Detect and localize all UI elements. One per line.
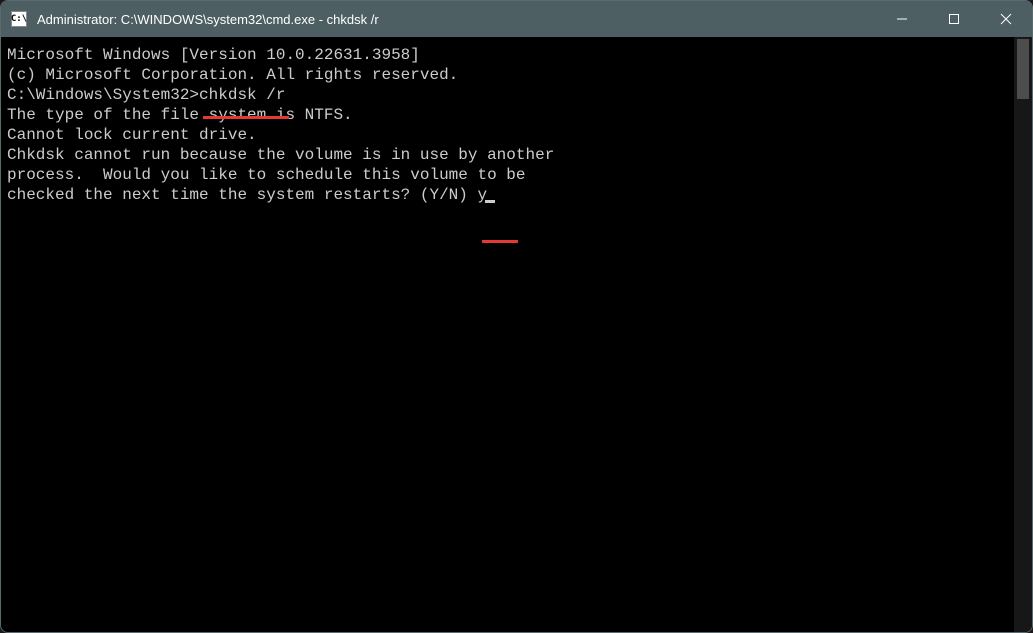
prompt-command: chkdsk /r — [199, 86, 285, 104]
output-line: checked the next time the system restart… — [7, 185, 1008, 205]
window-title: Administrator: C:\WINDOWS\system32\cmd.e… — [37, 12, 876, 27]
close-button[interactable] — [980, 1, 1032, 37]
titlebar[interactable]: C:\ Administrator: C:\WINDOWS\system32\c… — [1, 1, 1032, 37]
vertical-scrollbar[interactable] — [1014, 37, 1032, 632]
scrollbar-thumb[interactable] — [1017, 39, 1029, 99]
output-line: Cannot lock current drive. — [7, 125, 1008, 145]
output-line: process. Would you like to schedule this… — [7, 165, 1008, 185]
cmd-app-icon: C:\ — [11, 11, 27, 27]
output-line: The type of the file system is NTFS. — [7, 105, 1008, 125]
annotation-underline-input — [482, 240, 518, 243]
output-line: Microsoft Windows [Version 10.0.22631.39… — [7, 45, 1008, 65]
maximize-button[interactable] — [928, 1, 980, 37]
maximize-icon — [948, 13, 960, 25]
output-line: Chkdsk cannot run because the volume is … — [7, 145, 1008, 165]
prompt-question: checked the next time the system restart… — [7, 186, 477, 204]
cmd-window: C:\ Administrator: C:\WINDOWS\system32\c… — [0, 0, 1033, 633]
text-cursor — [485, 200, 495, 203]
prompt-line: C:\Windows\System32>chkdsk /r — [7, 85, 1008, 105]
annotation-underline-command — [203, 116, 289, 119]
terminal-area[interactable]: Microsoft Windows [Version 10.0.22631.39… — [1, 37, 1032, 632]
terminal-content[interactable]: Microsoft Windows [Version 10.0.22631.39… — [1, 37, 1014, 632]
close-icon — [1000, 13, 1012, 25]
minimize-button[interactable] — [876, 1, 928, 37]
output-line: (c) Microsoft Corporation. All rights re… — [7, 65, 1008, 85]
minimize-icon — [896, 13, 908, 25]
window-controls — [876, 1, 1032, 37]
prompt-path: C:\Windows\System32> — [7, 86, 199, 104]
